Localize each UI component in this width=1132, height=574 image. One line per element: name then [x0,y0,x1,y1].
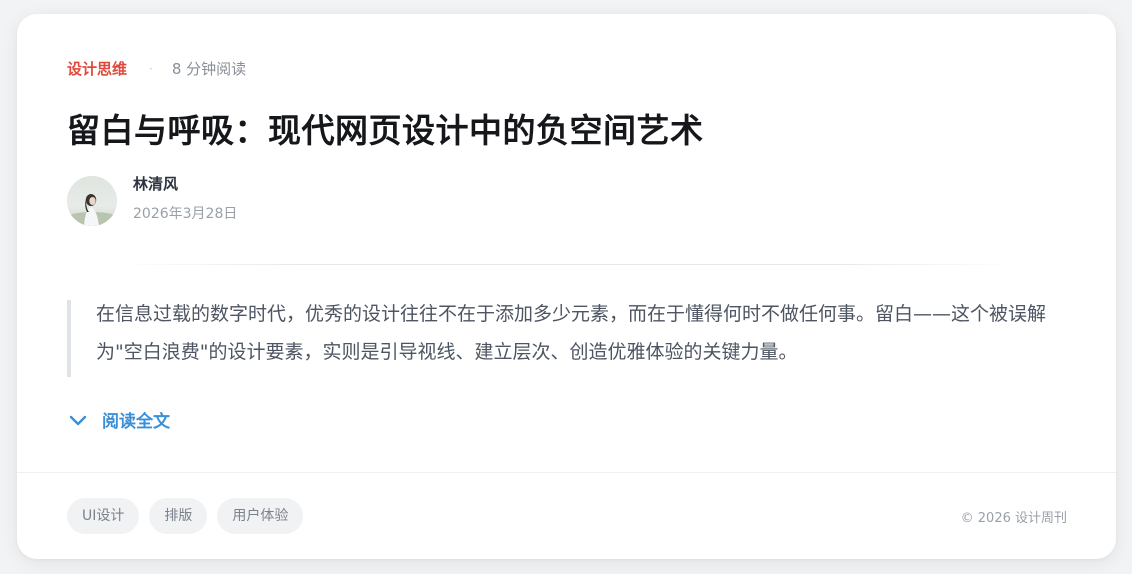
avatar-photo [67,176,117,226]
read-time: 8 分钟阅读 [171,60,247,78]
author-block: 林清风 2026年3月28日 [67,175,238,226]
author-name[interactable]: 林清风 [133,173,237,194]
article-title: 留白与呼吸：现代网页设计中的负空间艺术 [67,111,704,150]
section-divider [117,264,1017,265]
author-avatar[interactable] [67,176,117,226]
article-meta: 设计思维 · 8 分钟阅读 [67,58,246,79]
author-info: 林清风 2026年3月28日 [133,175,238,223]
publish-date: 2026年3月28日 [133,206,238,222]
read-more-label: 阅读全文 [102,412,170,432]
article-excerpt: 在信息过载的数字时代，优秀的设计往往不在于添加多少元素，而在于懂得何时不做任何事… [67,300,1067,377]
meta-separator: · [149,61,153,76]
copyright-text: © 2026 设计周刊 [960,511,1067,526]
tag-ui-design[interactable]: UI设计 [67,498,140,534]
read-more-button[interactable]: 阅读全文 [67,407,170,432]
article-card: 设计思维 · 8 分钟阅读 留白与呼吸：现代网页设计中的负空间艺术 林清风 20… [17,14,1116,559]
chevron-down-icon [69,415,87,425]
tag-ux[interactable]: 用户体验 [217,498,304,534]
excerpt-text: 在信息过载的数字时代，优秀的设计往往不在于添加多少元素，而在于懂得何时不做任何事… [96,303,1047,363]
tag-list: UI设计 排版 用户体验 [67,498,313,534]
category-label[interactable]: 设计思维 [67,58,127,79]
footer-divider [17,472,1116,473]
tag-typography[interactable]: 排版 [149,498,208,534]
